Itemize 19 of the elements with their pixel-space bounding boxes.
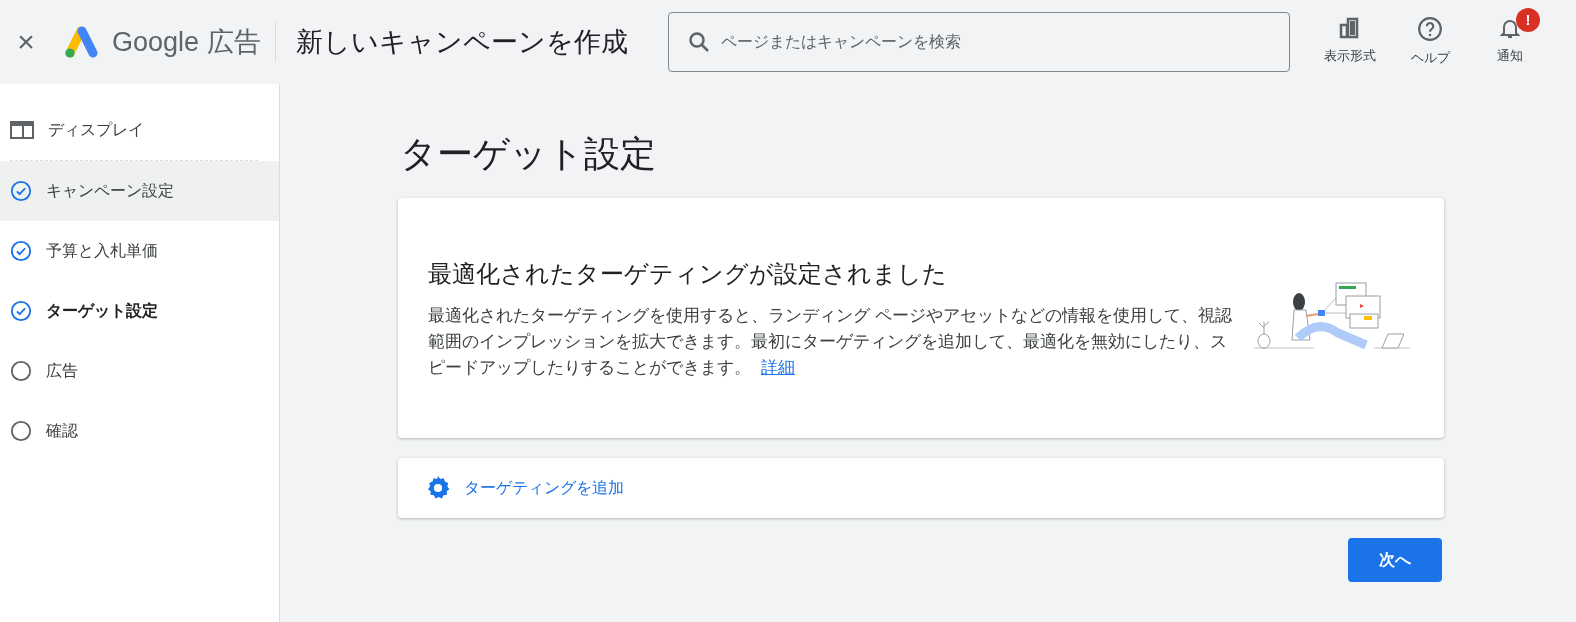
toolbar-button[interactable]: ヘルプ bbox=[1398, 16, 1463, 68]
next-button[interactable]: 次へ bbox=[1348, 538, 1442, 582]
card-description: 最適化されたターゲティングを使用すると、ランディング ページやアセットなどの情報を使用して、視認範囲のインプレッションを拡大できます。最初にターゲティングを追加して、最適化を無効にしたり、スピードアップしたりすることができます。 詳細 bbox=[428, 305, 1233, 378]
add-targeting-row[interactable]: ターゲティングを追加 bbox=[398, 458, 1444, 518]
layout-icon bbox=[10, 120, 34, 140]
step-item[interactable]: キャンペーン設定 bbox=[0, 161, 279, 221]
product-name: 広告 bbox=[207, 25, 262, 59]
card-title: 最適化されたターゲティングが設定されました bbox=[428, 259, 948, 289]
close-button[interactable]: × bbox=[12, 27, 40, 57]
campaign-type-label: ディスプレイ bbox=[48, 120, 144, 140]
page-title: 新しいキャンペーンを作成 bbox=[296, 25, 629, 59]
brand-name: Google bbox=[112, 25, 200, 59]
help-icon bbox=[1417, 16, 1444, 43]
section-heading: ターゲット設定 bbox=[400, 132, 657, 176]
alert-badge: ! bbox=[1516, 8, 1541, 33]
search-input[interactable]: ページまたはキャンペーンを検索 bbox=[721, 30, 1272, 54]
search-field[interactable]: ページまたはキャンペーンを検索 bbox=[668, 12, 1291, 72]
toolbar-button[interactable]: 表示形式 bbox=[1318, 16, 1383, 66]
learn-more-link[interactable]: 詳細 bbox=[761, 358, 795, 376]
